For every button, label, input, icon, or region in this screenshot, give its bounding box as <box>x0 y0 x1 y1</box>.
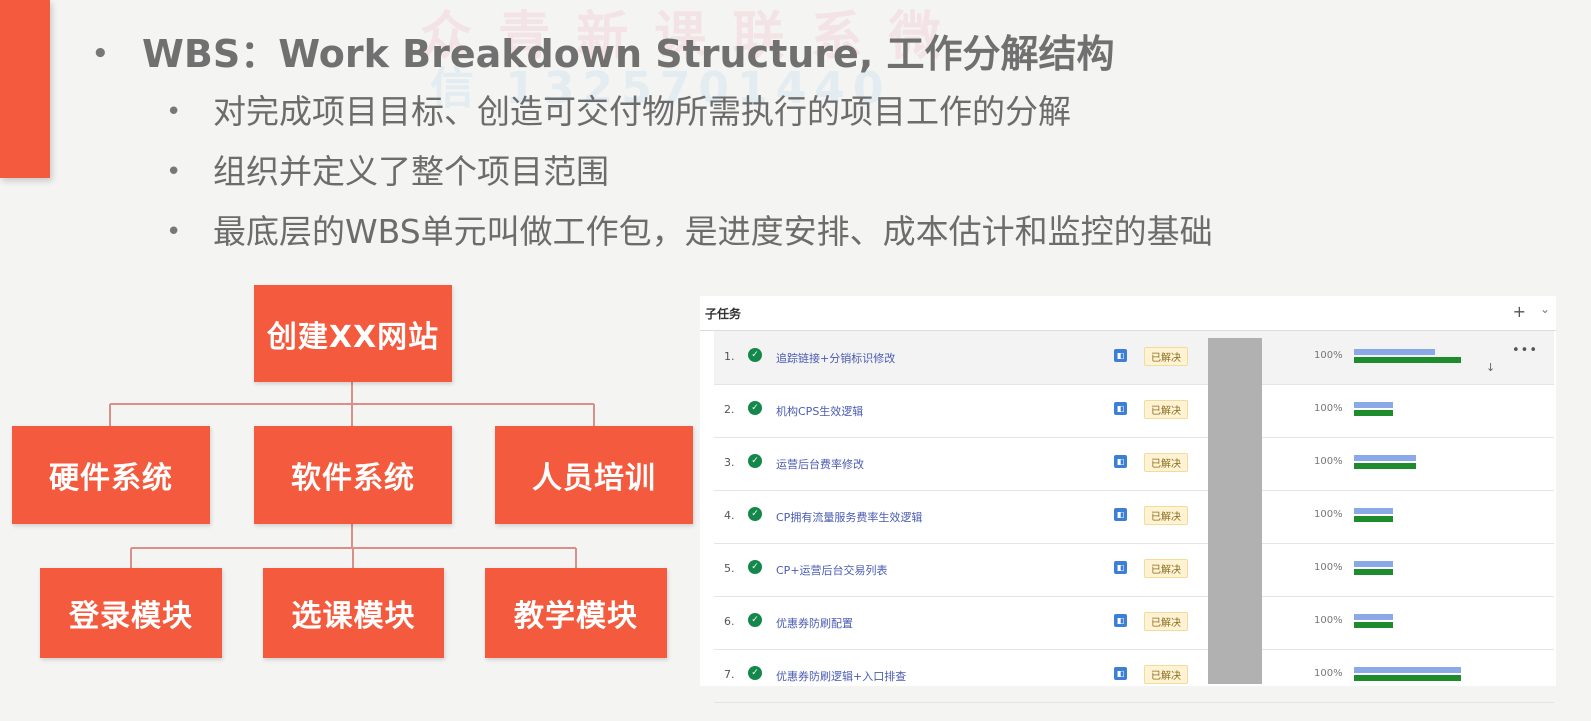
progress-percent: 100% <box>1314 562 1343 573</box>
progress-percent: 100% <box>1314 456 1343 467</box>
planned-progress-bar <box>1354 614 1393 620</box>
check-circle-icon: ✓ <box>748 348 762 362</box>
subtask-number: 5. <box>724 562 735 575</box>
main-bullet: • WBS：Work Breakdown Structure, 工作分解结构 <box>88 26 1558 82</box>
status-badge: 已解决 <box>1144 665 1188 684</box>
task-type-icon: ◧ <box>1114 508 1127 521</box>
subtask-row[interactable]: 7. ✓ 优惠券防刷逻辑+入口排查 ◧ 已解决 100% <box>714 649 1554 703</box>
bullet-dot-icon: • <box>92 39 109 69</box>
add-subtask-icon[interactable]: + <box>1513 302 1526 321</box>
wbs-root-node: 创建XX网站 <box>254 285 452 382</box>
subtask-row[interactable]: 2. ✓ 机构CPS生效逻辑 ◧ 已解决 100% <box>714 384 1554 438</box>
progress-percent: 100% <box>1314 668 1343 679</box>
planned-progress-bar <box>1354 402 1393 408</box>
subtask-row[interactable]: 6. ✓ 优惠券防刷配置 ◧ 已解决 100% <box>714 596 1554 650</box>
progress-percent: 100% <box>1314 615 1343 626</box>
subtask-panel-title: 子任务 <box>705 307 742 321</box>
subtask-row[interactable]: 3. ✓ 运营后台费率修改 ◧ 已解决 100% <box>714 437 1554 491</box>
status-badge: 已解决 <box>1144 559 1188 578</box>
bullet-list: • WBS：Work Breakdown Structure, 工作分解结构 •… <box>88 26 1558 262</box>
bullet-dot-icon: • <box>166 157 182 187</box>
sub-bullet-text: 最底层的WBS单元叫做工作包，是进度安排、成本估计和监控的基础 <box>213 212 1213 251</box>
wbs-node-course-select: 选课模块 <box>263 568 444 658</box>
wbs-node-hardware: 硬件系统 <box>12 426 210 524</box>
subtask-title-link[interactable]: 运营后台费率修改 <box>776 456 864 472</box>
check-circle-icon: ✓ <box>748 560 762 574</box>
subtask-title-link[interactable]: CP+运营后台交易列表 <box>776 562 888 578</box>
wbs-node-teaching: 教学模块 <box>485 568 667 658</box>
wbs-node-software: 软件系统 <box>254 426 452 524</box>
wbs-node-login: 登录模块 <box>40 568 222 658</box>
slide-accent-block <box>0 0 50 178</box>
task-type-icon: ◧ <box>1114 561 1127 574</box>
subtask-number: 4. <box>724 509 735 522</box>
sub-bullet-text: 组织并定义了整个项目范围 <box>213 152 609 191</box>
actual-progress-bar <box>1354 357 1461 363</box>
actual-progress-bar <box>1354 675 1461 681</box>
check-circle-icon: ✓ <box>748 454 762 468</box>
status-badge: 已解决 <box>1144 612 1188 631</box>
subtask-number: 7. <box>724 668 735 681</box>
check-circle-icon: ✓ <box>748 401 762 415</box>
task-type-icon: ◧ <box>1114 349 1127 362</box>
check-circle-icon: ✓ <box>748 666 762 680</box>
actual-progress-bar <box>1354 516 1393 522</box>
subtask-panel: 子任务 + ⌄ 1. ✓ 追踪链接+分销标识修改 ◧ 已解决 100% ••• ↓ 2. ✓ 机构C… <box>700 296 1556 703</box>
subtask-number: 2. <box>724 403 735 416</box>
planned-progress-bar <box>1354 667 1461 673</box>
subtask-title-link[interactable]: 机构CPS生效逻辑 <box>776 403 863 419</box>
status-badge: 已解决 <box>1144 506 1188 525</box>
check-circle-icon: ✓ <box>748 507 762 521</box>
subtask-title-link[interactable]: 优惠券防刷逻辑+入口排查 <box>776 668 906 684</box>
sub-bullet-text: 对完成项目目标、创造可交付物所需执行的项目工作的分解 <box>213 92 1071 131</box>
planned-progress-bar <box>1354 455 1416 461</box>
subtask-title-link[interactable]: 优惠券防刷配置 <box>776 615 853 631</box>
subtask-title-link[interactable]: 追踪链接+分销标识修改 <box>776 350 895 366</box>
planned-progress-bar <box>1354 508 1393 514</box>
progress-percent: 100% <box>1314 509 1343 520</box>
subtask-number: 1. <box>724 350 735 363</box>
actual-progress-bar <box>1354 463 1416 469</box>
progress-percent: 100% <box>1314 403 1343 414</box>
sub-bullet: • 组织并定义了整个项目范围 <box>88 142 1558 202</box>
bullet-dot-icon: • <box>166 97 182 127</box>
subtask-row[interactable]: 1. ✓ 追踪链接+分销标识修改 ◧ 已解决 100% ••• ↓ <box>714 331 1554 385</box>
chevron-down-icon[interactable]: ⌄ <box>1540 302 1550 316</box>
actual-progress-bar <box>1354 410 1393 416</box>
subtask-panel-header: 子任务 + ⌄ <box>700 296 1556 331</box>
wbs-node-training: 人员培训 <box>495 426 693 524</box>
actual-progress-bar <box>1354 569 1393 575</box>
progress-percent: 100% <box>1314 350 1343 361</box>
subtask-number: 3. <box>724 456 735 469</box>
task-type-icon: ◧ <box>1114 614 1127 627</box>
more-options-icon[interactable]: ••• <box>1512 343 1538 358</box>
actual-progress-bar <box>1354 622 1393 628</box>
main-bullet-text: WBS：Work Breakdown Structure, 工作分解结构 <box>142 32 1115 76</box>
redacted-column <box>1208 338 1262 684</box>
planned-progress-bar <box>1354 561 1393 567</box>
subtask-row[interactable]: 5. ✓ CP+运营后台交易列表 ◧ 已解决 100% <box>714 543 1554 597</box>
download-icon[interactable]: ↓ <box>1486 361 1495 374</box>
check-circle-icon: ✓ <box>748 613 762 627</box>
planned-progress-bar <box>1354 349 1435 355</box>
task-type-icon: ◧ <box>1114 455 1127 468</box>
subtask-row[interactable]: 4. ✓ CP拥有流量服务费率生效逻辑 ◧ 已解决 100% <box>714 490 1554 544</box>
status-badge: 已解决 <box>1144 347 1188 366</box>
task-type-icon: ◧ <box>1114 402 1127 415</box>
bullet-dot-icon: • <box>166 217 182 247</box>
sub-bullet: • 最底层的WBS单元叫做工作包，是进度安排、成本估计和监控的基础 <box>88 202 1558 262</box>
sub-bullet: • 对完成项目目标、创造可交付物所需执行的项目工作的分解 <box>88 82 1558 142</box>
status-badge: 已解决 <box>1144 453 1188 472</box>
subtask-title-link[interactable]: CP拥有流量服务费率生效逻辑 <box>776 509 922 525</box>
subtask-number: 6. <box>724 615 735 628</box>
wbs-diagram: 创建XX网站 硬件系统 软件系统 人员培训 登录模块 选课模块 教学模块 <box>0 270 700 690</box>
status-badge: 已解决 <box>1144 400 1188 419</box>
task-type-icon: ◧ <box>1114 667 1127 680</box>
